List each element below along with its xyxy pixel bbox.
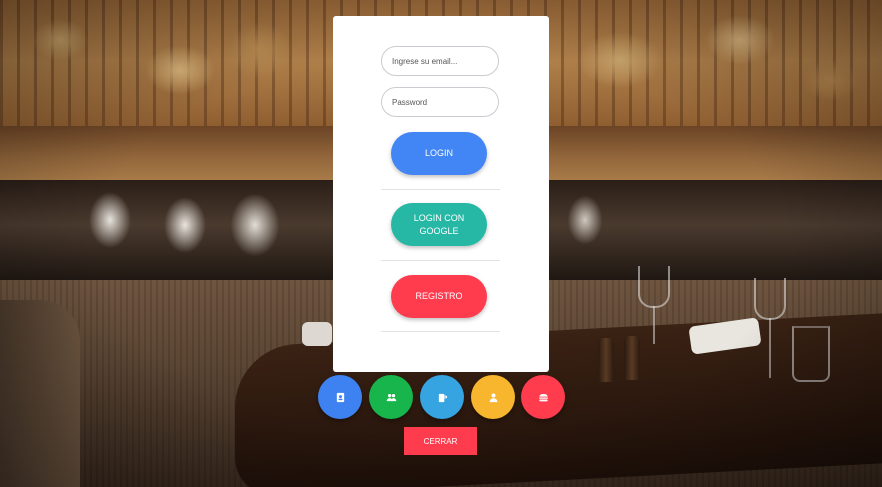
group-icon (386, 393, 396, 401)
groups-button[interactable] (369, 375, 413, 419)
food-menu-button[interactable] (521, 375, 565, 419)
burger-icon (538, 393, 548, 401)
google-login-button[interactable]: LOGIN CON GOOGLE (391, 203, 487, 246)
close-button[interactable]: CERRAR (404, 427, 477, 455)
divider (381, 189, 500, 190)
profile-button[interactable] (471, 375, 515, 419)
register-button[interactable]: REGISTRO (391, 275, 487, 318)
login-button[interactable]: LOGIN (391, 132, 487, 175)
drinks-button[interactable] (420, 375, 464, 419)
password-input[interactable] (381, 87, 499, 117)
contact-book-icon (336, 392, 344, 402)
email-input[interactable] (381, 46, 499, 76)
contacts-button[interactable] (318, 375, 362, 419)
login-card: LOGIN LOGIN CON GOOGLE REGISTRO (333, 16, 549, 372)
person-icon (489, 392, 497, 402)
divider (381, 260, 500, 261)
beer-mug-icon (438, 393, 447, 402)
divider (381, 331, 500, 332)
